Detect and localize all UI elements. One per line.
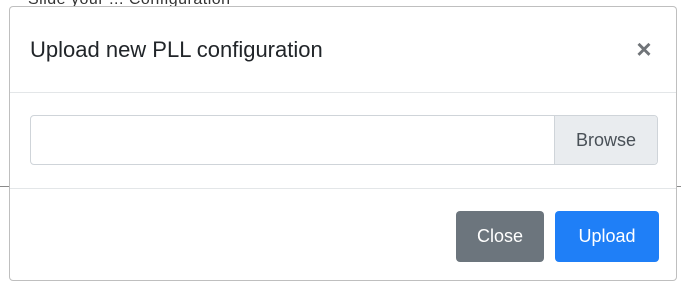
upload-modal: Upload new PLL configuration × Browse Cl… — [9, 6, 677, 281]
browse-button[interactable]: Browse — [554, 116, 657, 164]
modal-header: Upload new PLL configuration × — [10, 7, 676, 93]
file-input[interactable]: Browse — [30, 115, 658, 165]
modal-body: Browse — [10, 93, 676, 189]
close-button[interactable]: Close — [456, 211, 544, 262]
modal-title: Upload new PLL configuration — [30, 37, 323, 62]
modal-footer: Close Upload — [10, 189, 676, 281]
close-icon[interactable]: × — [634, 35, 654, 63]
upload-button[interactable]: Upload — [555, 211, 659, 262]
